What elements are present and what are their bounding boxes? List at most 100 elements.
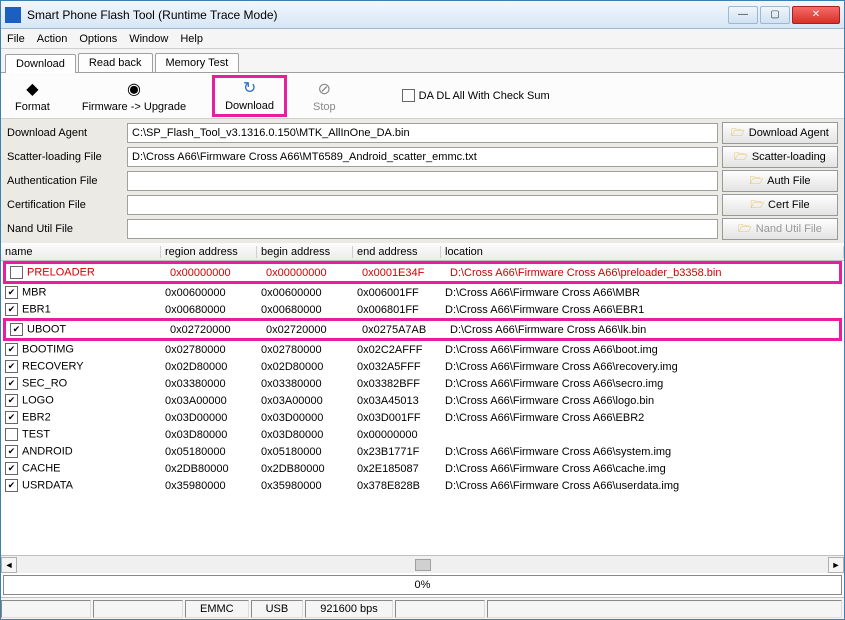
- menu-action[interactable]: Action: [37, 33, 68, 45]
- folder-icon: 🗁: [734, 148, 748, 167]
- row-checkbox[interactable]: [5, 428, 18, 441]
- status-empty2: [93, 600, 183, 618]
- tabbar: Download Read back Memory Test: [1, 49, 844, 73]
- tab-readback[interactable]: Read back: [78, 53, 153, 72]
- scroll-right-icon[interactable]: ►: [828, 557, 844, 573]
- table-row[interactable]: ✔LOGO0x03A000000x03A000000x03A45013D:\Cr…: [1, 392, 844, 409]
- menubar: File Action Options Window Help: [1, 29, 844, 49]
- progress-text: 0%: [415, 579, 431, 591]
- table-row[interactable]: ✔RECOVERY0x02D800000x02D800000x032A5FFFD…: [1, 358, 844, 375]
- status-empty3: [395, 600, 485, 618]
- partition-table: name region address begin address end ad…: [1, 243, 844, 573]
- col-name[interactable]: name: [1, 246, 161, 258]
- stop-icon: ⊘: [314, 79, 334, 99]
- status-empty1: [1, 600, 91, 618]
- cert-label: Certification File: [3, 199, 127, 211]
- scroll-left-icon[interactable]: ◄: [1, 557, 17, 573]
- scroll-thumb[interactable]: [415, 559, 431, 571]
- table-header: name region address begin address end ad…: [1, 243, 844, 261]
- stop-label: Stop: [313, 101, 336, 113]
- format-button[interactable]: ◆ Format: [9, 77, 56, 115]
- h-scrollbar[interactable]: ◄ ►: [1, 555, 844, 573]
- table-row[interactable]: ✔ANDROID0x051800000x051800000x23B1771FD:…: [1, 443, 844, 460]
- checksum-checkbox[interactable]: [402, 89, 415, 102]
- table-row[interactable]: ✔USRDATA0x359800000x359800000x378E828BD:…: [1, 477, 844, 494]
- firmware-upgrade-button[interactable]: ◉ Firmware -> Upgrade: [76, 77, 192, 115]
- status-grow: [487, 600, 842, 618]
- firmware-icon: ◉: [124, 79, 144, 99]
- menu-window[interactable]: Window: [129, 33, 168, 45]
- row-checkbox[interactable]: ✔: [5, 343, 18, 356]
- menu-help[interactable]: Help: [180, 33, 203, 45]
- status-bar: EMMC USB 921600 bps: [1, 597, 844, 619]
- row-checkbox[interactable]: ✔: [5, 411, 18, 424]
- table-row[interactable]: ✔EBR10x006800000x006800000x006801FFD:\Cr…: [1, 301, 844, 318]
- row-checkbox[interactable]: [10, 266, 23, 279]
- row-checkbox[interactable]: ✔: [5, 479, 18, 492]
- row-checkbox[interactable]: ✔: [5, 462, 18, 475]
- download-agent-label: Download Agent: [3, 127, 127, 139]
- close-button[interactable]: ✕: [792, 6, 840, 24]
- row-checkbox[interactable]: ✔: [5, 286, 18, 299]
- table-row[interactable]: ✔SEC_RO0x033800000x033800000x03382BFFD:\…: [1, 375, 844, 392]
- minimize-button[interactable]: —: [728, 6, 758, 24]
- cert-input[interactable]: [127, 195, 718, 215]
- status-emmc: EMMC: [185, 600, 249, 618]
- checksum-label: DA DL All With Check Sum: [419, 90, 550, 102]
- table-body: PRELOADER0x000000000x000000000x0001E34FD…: [1, 261, 844, 555]
- scatter-input[interactable]: [127, 147, 718, 167]
- cert-button[interactable]: 🗁Cert File: [722, 194, 838, 216]
- scatter-button[interactable]: 🗁Scatter-loading: [722, 146, 838, 168]
- row-checkbox[interactable]: ✔: [10, 323, 23, 336]
- scroll-track[interactable]: [17, 559, 828, 571]
- table-row[interactable]: ✔EBR20x03D000000x03D000000x03D001FFD:\Cr…: [1, 409, 844, 426]
- menu-file[interactable]: File: [7, 33, 25, 45]
- download-agent-input[interactable]: [127, 123, 718, 143]
- download-agent-button[interactable]: 🗁Download Agent: [722, 122, 838, 144]
- status-baud: 921600 bps: [305, 600, 393, 618]
- auth-input[interactable]: [127, 171, 718, 191]
- auth-label: Authentication File: [3, 175, 127, 187]
- row-checkbox[interactable]: ✔: [5, 303, 18, 316]
- row-checkbox[interactable]: ✔: [5, 394, 18, 407]
- tab-download[interactable]: Download: [5, 54, 76, 73]
- format-label: Format: [15, 101, 50, 113]
- tab-memorytest[interactable]: Memory Test: [155, 53, 240, 72]
- checksum-row: DA DL All With Check Sum: [402, 89, 550, 102]
- folder-icon: 🗁: [749, 172, 763, 191]
- col-end[interactable]: end address: [353, 246, 441, 258]
- progress-bar: 0%: [3, 575, 842, 595]
- table-row[interactable]: ✔CACHE0x2DB800000x2DB800000x2E185087D:\C…: [1, 460, 844, 477]
- table-row[interactable]: ✔BOOTIMG0x027800000x027800000x02C2AFFFD:…: [1, 341, 844, 358]
- file-form: Download Agent 🗁Download Agent Scatter-l…: [1, 119, 844, 243]
- col-location[interactable]: location: [441, 246, 844, 258]
- row-checkbox[interactable]: ✔: [5, 445, 18, 458]
- titlebar: Smart Phone Flash Tool (Runtime Trace Mo…: [1, 1, 844, 29]
- format-icon: ◆: [22, 79, 42, 99]
- folder-icon: 🗁: [750, 196, 764, 215]
- col-begin[interactable]: begin address: [257, 246, 353, 258]
- maximize-button[interactable]: ▢: [760, 6, 790, 24]
- row-checkbox[interactable]: ✔: [5, 377, 18, 390]
- window-title: Smart Phone Flash Tool (Runtime Trace Mo…: [27, 8, 728, 22]
- nand-button[interactable]: 🗁Nand Util File: [722, 218, 838, 240]
- folder-icon: 🗁: [738, 220, 752, 239]
- table-row[interactable]: ✔MBR0x006000000x006000000x006001FFD:\Cro…: [1, 284, 844, 301]
- auth-button[interactable]: 🗁Auth File: [722, 170, 838, 192]
- table-row[interactable]: TEST0x03D800000x03D800000x00000000: [1, 426, 844, 443]
- table-row[interactable]: PRELOADER0x000000000x000000000x0001E34FD…: [6, 264, 839, 281]
- stop-button[interactable]: ⊘ Stop: [307, 77, 342, 115]
- row-checkbox[interactable]: ✔: [5, 360, 18, 373]
- folder-icon: 🗁: [731, 124, 745, 143]
- col-region[interactable]: region address: [161, 246, 257, 258]
- download-label: Download: [225, 100, 274, 112]
- firmware-label: Firmware -> Upgrade: [82, 101, 186, 113]
- download-icon: ↻: [240, 78, 260, 98]
- status-usb: USB: [251, 600, 304, 618]
- download-button[interactable]: ↻ Download: [212, 75, 287, 117]
- table-row[interactable]: ✔UBOOT0x027200000x027200000x0275A7ABD:\C…: [6, 321, 839, 338]
- menu-options[interactable]: Options: [79, 33, 117, 45]
- nand-input[interactable]: [127, 219, 718, 239]
- toolbar: ◆ Format ◉ Firmware -> Upgrade ↻ Downloa…: [1, 73, 844, 119]
- app-icon: [5, 7, 21, 23]
